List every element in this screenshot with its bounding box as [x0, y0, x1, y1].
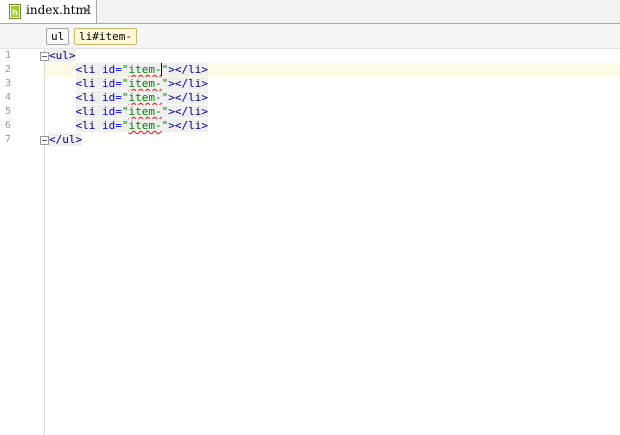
editor-tab-bar: h index.html × — [0, 0, 620, 24]
attribute-token: id= — [95, 63, 122, 76]
code-text: <li id="item-"></li> — [49, 91, 208, 105]
attribute-token: id= — [95, 91, 122, 104]
line-number-gutter: 1 2 3 4 5 6 7 — [0, 49, 49, 435]
tag-token: ></li> — [168, 119, 208, 132]
line-number: 7 — [5, 134, 12, 145]
line-number: 5 — [5, 106, 12, 117]
code-line[interactable]: <li id="item-"></li> — [45, 91, 620, 105]
tab-index-html[interactable]: h index.html × — [0, 0, 97, 23]
attribute-token: id= — [95, 105, 122, 118]
tag-token: ></li> — [168, 91, 208, 104]
code-line[interactable]: <ul> — [45, 49, 620, 63]
line-number: 1 — [5, 50, 12, 61]
string-token: " — [121, 91, 129, 104]
code-text: </ul> — [49, 133, 83, 147]
code-line[interactable]: <li id="item-"></li> — [45, 63, 620, 77]
breadcrumb: ul li#item- — [0, 24, 620, 49]
line-number: 6 — [5, 120, 12, 131]
tag-token: <li — [75, 91, 96, 104]
svg-text:h: h — [12, 8, 18, 17]
string-token: " — [121, 63, 129, 76]
close-icon[interactable]: × — [82, 3, 92, 18]
breadcrumb-item-ul[interactable]: ul — [46, 28, 70, 45]
html-file-icon: h — [9, 4, 21, 19]
string-token: " — [121, 105, 129, 118]
tag-token: <li — [75, 119, 96, 132]
tag-token: <li — [75, 105, 96, 118]
code-text: <li id="item-"></li> — [49, 77, 208, 91]
line-number: 2 — [5, 64, 12, 75]
breadcrumb-item-li[interactable]: li#item- — [74, 28, 137, 45]
string-value-token: item- — [128, 91, 162, 104]
string-value-token: item- — [128, 119, 162, 132]
tag-token: <ul> — [49, 49, 76, 62]
code-text: <li id="item-"></li> — [49, 119, 208, 133]
code-text: <li id="item-"></li> — [49, 105, 208, 119]
tag-token: ></li> — [168, 63, 208, 76]
line-number: 4 — [5, 92, 12, 103]
string-value-token: item- — [128, 63, 162, 76]
code-line[interactable]: <li id="item-"></li> — [45, 105, 620, 119]
string-value-token: item- — [128, 77, 162, 90]
attribute-token: id= — [95, 77, 122, 90]
attribute-token: id= — [95, 119, 122, 132]
string-token: " — [121, 77, 129, 90]
code-text: <ul> — [49, 49, 76, 63]
tag-token: ></li> — [168, 77, 208, 90]
string-token: " — [121, 119, 129, 132]
code-line[interactable]: </ul> — [45, 133, 620, 147]
line-number: 3 — [5, 78, 12, 89]
code-line[interactable]: <li id="item-"></li> — [45, 77, 620, 91]
code-editor[interactable]: <ul> <li id="item-"></li> <li id="item-"… — [45, 49, 620, 435]
tab-title: index.html — [26, 3, 91, 17]
tag-token: </ul> — [49, 133, 83, 146]
string-value-token: item- — [128, 105, 162, 118]
tag-token: <li — [75, 77, 96, 90]
code-line[interactable]: <li id="item-"></li> — [45, 119, 620, 133]
tag-token: ></li> — [168, 105, 208, 118]
code-text: <li id="item-"></li> — [49, 63, 208, 77]
tag-token: <li — [75, 63, 96, 76]
